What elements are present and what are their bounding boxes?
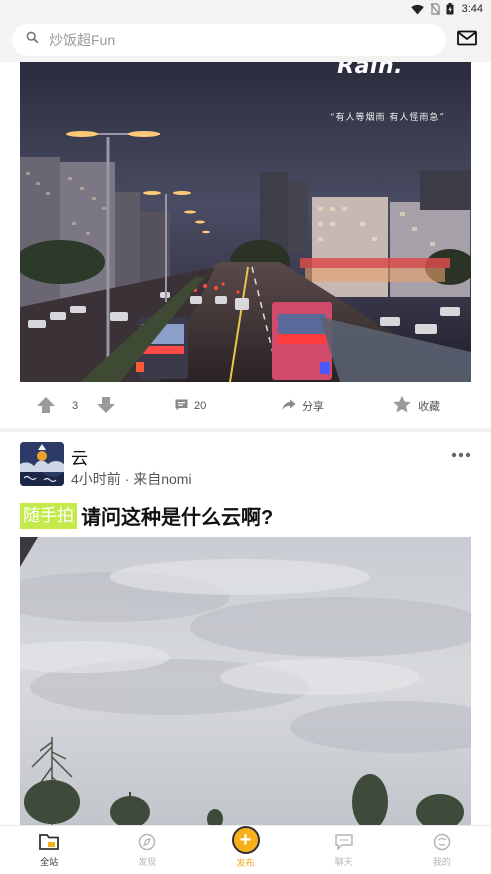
search-bar[interactable] — [12, 24, 446, 56]
more-dots-icon[interactable] — [451, 442, 471, 462]
no-sim-icon — [430, 3, 440, 15]
feed: Rain. “有人等烟雨 有人怪雨急” 3 20 分享 收藏 云 4小时前 · … — [0, 62, 491, 825]
search-input[interactable] — [49, 32, 409, 48]
nav-label: 发布 — [236, 857, 255, 868]
favorite-label: 收藏 — [418, 401, 440, 413]
post-meta: 4小时前 · 来自nomi — [71, 471, 192, 487]
status-bar: 3:44 — [0, 0, 491, 18]
face-icon — [433, 833, 451, 853]
nav-label: 聊天 — [334, 856, 353, 867]
star-icon — [392, 395, 412, 417]
favorite-button[interactable]: 收藏 — [392, 395, 440, 417]
chat-icon — [334, 833, 354, 853]
nav-item-discover[interactable]: 发现 — [98, 826, 196, 874]
image-caption-quote: “有人等烟雨 有人怪雨急” — [329, 113, 445, 123]
battery-icon — [446, 3, 454, 15]
status-time: 3:44 — [461, 3, 483, 15]
share-label: 分享 — [302, 401, 324, 413]
upvote-count: 3 — [72, 400, 79, 412]
compass-icon — [138, 833, 156, 853]
avatar[interactable] — [20, 442, 64, 486]
post-title[interactable]: 请问这种是什么云啊? — [81, 501, 273, 530]
nav-item-mine[interactable]: 我的 — [393, 826, 491, 874]
share-icon — [282, 399, 296, 414]
upvote-button[interactable] — [36, 396, 56, 417]
post-image-cloudy-sky[interactable] — [20, 537, 471, 825]
post-image-night-street[interactable]: Rain. “有人等烟雨 有人怪雨急” — [20, 62, 471, 382]
arrow-up-icon — [36, 396, 56, 417]
post-title-row[interactable]: 随手拍 请问这种是什么云啊? — [20, 501, 273, 530]
post-divider — [0, 428, 491, 432]
plus-icon: + — [231, 825, 260, 854]
downvote-button[interactable] — [96, 396, 116, 417]
comment-button[interactable]: 20 — [175, 399, 206, 414]
nav-item-all[interactable]: 全站 — [0, 826, 98, 874]
top-header — [0, 18, 491, 62]
arrow-down-icon — [96, 396, 116, 417]
mail-icon — [457, 30, 477, 51]
comment-count: 20 — [194, 400, 207, 412]
post-actions: 3 20 分享 收藏 — [0, 388, 491, 424]
mail-button[interactable] — [455, 28, 479, 52]
search-icon — [26, 31, 39, 49]
nav-label: 发现 — [138, 856, 157, 867]
nav-label: 全站 — [40, 856, 59, 867]
comment-icon — [175, 399, 188, 414]
folder-icon — [39, 833, 59, 853]
app-screen: 3:44 炒饭超Fun Rain. “有人等烟雨 有人怪雨急” 3 20 分享 … — [0, 0, 491, 874]
nav-item-publish[interactable]: + 发布 — [196, 825, 294, 874]
wifi-icon — [410, 4, 424, 15]
post-tag[interactable]: 随手拍 — [20, 502, 77, 529]
share-button[interactable]: 分享 — [282, 398, 324, 414]
bottom-nav: 全站 发现 + 发布 聊天 我的 — [0, 825, 491, 874]
nav-label: 我的 — [432, 856, 451, 867]
nav-item-chat[interactable]: 聊天 — [295, 826, 393, 874]
image-caption-title: Rain. — [337, 62, 403, 79]
post-author[interactable]: 云 — [71, 444, 88, 469]
